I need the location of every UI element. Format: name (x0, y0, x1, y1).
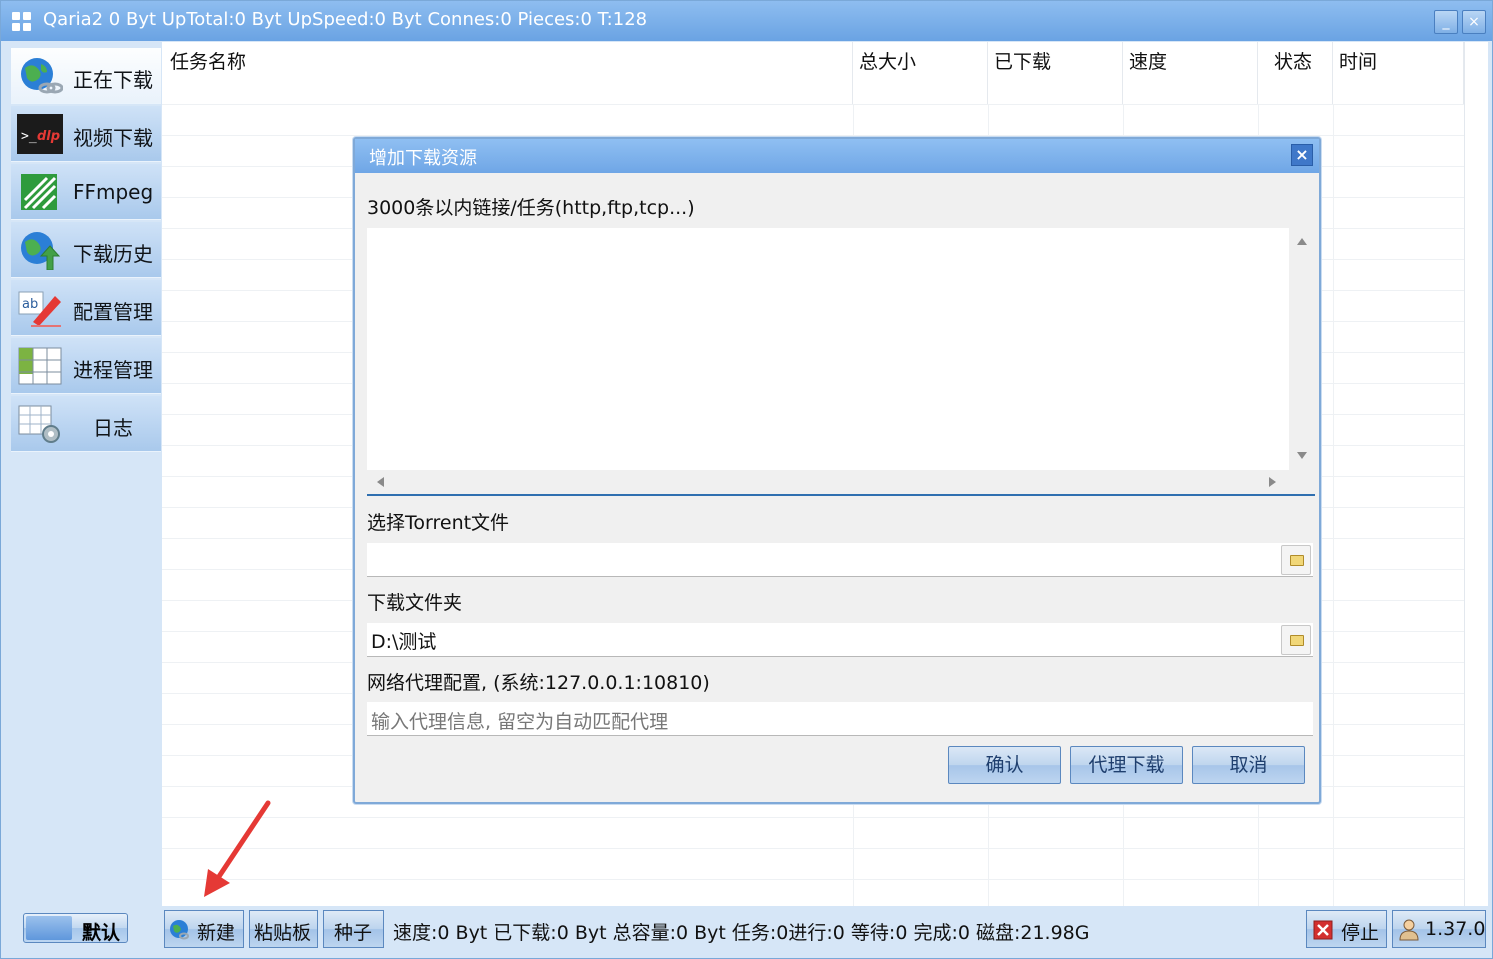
grid-row-line (162, 817, 1464, 818)
status-text: 速度:0 Byt 已下载:0 Byt 总容量:0 Byt 任务:0进行:0 等待… (393, 922, 1090, 944)
folder-browse-button[interactable] (1281, 625, 1311, 655)
scroll-down-icon[interactable] (1297, 452, 1307, 459)
sidebar-item-log[interactable]: 日志 (11, 396, 161, 452)
list-scrollbar[interactable] (1464, 42, 1488, 906)
grid-table-icon (18, 347, 62, 385)
sidebar-item-ffmpeg[interactable]: FFmpeg (11, 164, 161, 220)
dialog-title-bar[interactable]: 增加下载资源 × (355, 139, 1319, 173)
scroll-left-icon[interactable] (377, 477, 384, 487)
minimize-button[interactable]: _ (1434, 10, 1458, 34)
sidebar-item-label: 配置管理 (73, 300, 153, 324)
edit-pen-icon: ab (18, 291, 61, 327)
torrent-browse-button[interactable] (1281, 545, 1311, 575)
sidebar-item-label: FFmpeg (73, 180, 154, 204)
sidebar-item-label: 视频下载 (73, 126, 153, 150)
stop-button[interactable]: 停止 (1306, 910, 1387, 948)
sidebar-item-process[interactable]: 进程管理 (11, 338, 161, 394)
proxy-label: 网络代理配置, (系统:127.0.0.1:10810) (367, 672, 710, 694)
sidebar-item-label: 正在下载 (73, 68, 153, 92)
links-vertical-scrollbar[interactable] (1289, 228, 1315, 470)
globe-link-icon (170, 920, 189, 940)
paste-button[interactable]: 粘贴板 (249, 910, 318, 948)
window-title: Qaria2 0 Byt UpTotal:0 Byt UpSpeed:0 Byt… (43, 9, 648, 30)
svg-text:>_: >_ (21, 129, 37, 144)
column-header-name[interactable]: 任务名称 (162, 42, 853, 104)
app-window: Qaria2 0 Byt UpTotal:0 Byt UpSpeed:0 Byt… (0, 0, 1493, 959)
sidebar-item-downloading[interactable]: 正在下载 (11, 48, 161, 104)
ffmpeg-icon (21, 174, 57, 210)
proxy-download-button[interactable]: 代理下载 (1070, 746, 1183, 784)
default-button-label: 默认 (82, 922, 121, 944)
confirm-button[interactable]: 确认 (948, 746, 1061, 784)
sidebar-item-config[interactable]: ab 配置管理 (11, 280, 161, 336)
links-textarea[interactable] (367, 228, 1315, 496)
column-header-speed[interactable]: 速度 (1123, 42, 1258, 104)
new-button[interactable]: 新建 (164, 910, 244, 948)
sidebar-item-label: 下载历史 (73, 242, 153, 266)
scroll-corner (1289, 470, 1315, 494)
scroll-right-icon[interactable] (1269, 477, 1276, 487)
torrent-field[interactable] (367, 543, 1313, 577)
log-gear-icon (18, 405, 60, 443)
close-button[interactable]: × (1462, 10, 1486, 34)
column-header-size[interactable]: 总大小 (853, 42, 988, 104)
proxy-placeholder: 输入代理信息, 留空为自动匹配代理 (371, 711, 669, 733)
sidebar-item-history[interactable]: 下载历史 (11, 222, 161, 278)
annotation-arrow-icon (204, 800, 271, 897)
dialog-close-button[interactable]: × (1291, 144, 1313, 166)
version-label: 1.37.0 (1425, 918, 1486, 940)
status-bar: 新建 粘贴板 种子 速度:0 Byt 已下载:0 Byt 总容量:0 Byt 任… (162, 906, 1490, 956)
folder-field[interactable]: D:\测试 (367, 623, 1313, 657)
add-download-dialog: 增加下载资源 × 3000条以内链接/任务(http,ftp,tcp...) 选… (353, 137, 1321, 804)
sidebar-item-label: 进程管理 (73, 358, 153, 382)
svg-text:dlp: dlp (37, 129, 60, 144)
grid-row-line (162, 104, 1464, 105)
cancel-button[interactable]: 取消 (1192, 746, 1305, 784)
user-icon (1399, 919, 1419, 941)
paste-button-label: 粘贴板 (254, 922, 312, 944)
column-header-time[interactable]: 时间 (1333, 42, 1464, 104)
svg-text:ab: ab (22, 297, 38, 312)
stop-button-label: 停止 (1341, 922, 1380, 944)
scroll-up-icon[interactable] (1297, 238, 1307, 245)
sidebar-item-label: 日志 (93, 416, 133, 440)
stop-icon (1313, 920, 1333, 940)
folder-icon (1290, 635, 1304, 646)
title-bar[interactable]: Qaria2 0 Byt UpTotal:0 Byt UpSpeed:0 Byt… (1, 1, 1492, 41)
globe-upload-icon (21, 232, 61, 270)
ytdlp-icon: >_ dlp (17, 114, 63, 154)
sidebar: 正在下载 >_ dlp 视频下载 FFmpeg 下载历史 ab 配置管理 进程管… (9, 44, 162, 954)
seed-button[interactable]: 种子 (323, 910, 384, 948)
column-header-status[interactable]: 状态 (1258, 42, 1333, 104)
dialog-title: 增加下载资源 (369, 148, 477, 169)
folder-value: D:\测试 (371, 631, 437, 653)
torrent-label: 选择Torrent文件 (367, 512, 510, 534)
version-button[interactable]: 1.37.0 (1392, 910, 1486, 948)
sidebar-item-video[interactable]: >_ dlp 视频下载 (11, 106, 161, 162)
proxy-input[interactable]: 输入代理信息, 留空为自动匹配代理 (367, 702, 1313, 736)
folder-label: 下载文件夹 (367, 592, 463, 614)
column-header-downloaded[interactable]: 已下载 (988, 42, 1123, 104)
grid-row-line (162, 135, 1464, 136)
folder-open-icon (1290, 555, 1304, 566)
default-button[interactable]: 默认 (23, 913, 128, 944)
grid-row-line (162, 879, 1464, 880)
grid-column-line (1333, 104, 1334, 906)
app-grid-icon (12, 12, 32, 32)
links-horizontal-scrollbar[interactable] (367, 470, 1289, 494)
seed-button-label: 种子 (334, 922, 373, 944)
new-button-label: 新建 (197, 922, 236, 944)
globe-link-icon (21, 58, 63, 94)
grid-row-line (162, 848, 1464, 849)
links-label: 3000条以内链接/任务(http,ftp,tcp...) (367, 197, 695, 219)
default-swatch (26, 916, 72, 940)
